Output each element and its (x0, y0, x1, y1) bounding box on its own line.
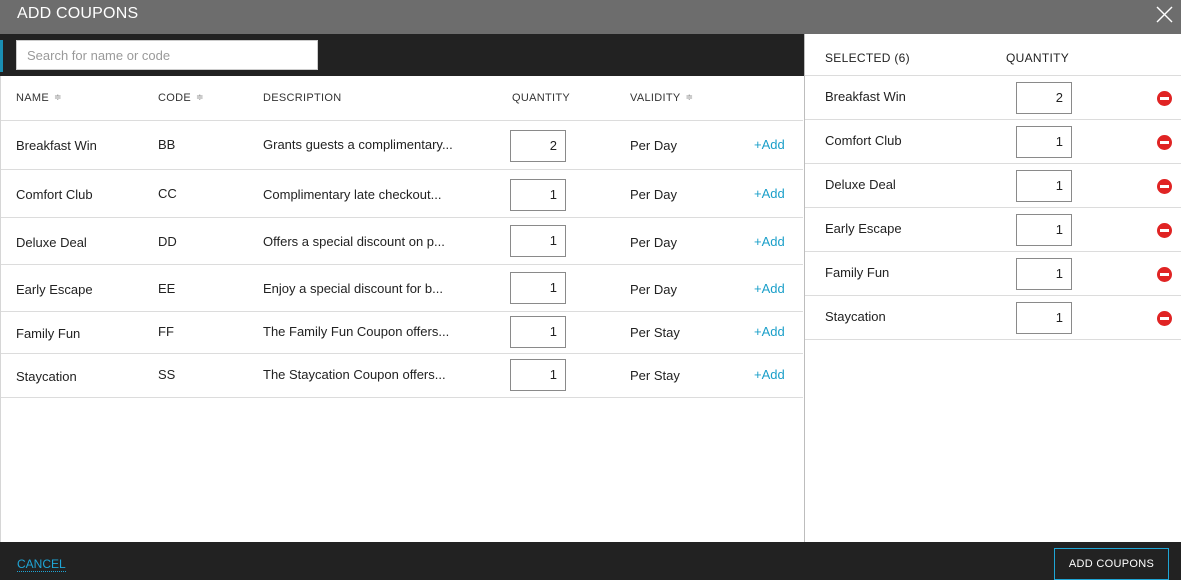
coupon-code: SS (158, 367, 176, 382)
selected-quantity-input[interactable]: 1 (1016, 214, 1072, 246)
add-coupon-link[interactable]: +Add (754, 367, 785, 382)
active-indicator (0, 40, 3, 72)
quantity-input[interactable]: 1 (510, 359, 566, 391)
column-header-code-label: CODE (158, 92, 191, 104)
coupon-code: DD (158, 234, 177, 249)
column-header-code[interactable]: CODE ≑ (158, 92, 204, 104)
close-icon[interactable] (1151, 2, 1177, 28)
selected-quantity-header: QUANTITY (1006, 51, 1070, 65)
coupon-description: The Staycation Coupon offers... (263, 367, 446, 382)
coupon-name: Early Escape (16, 282, 93, 297)
search-input[interactable] (16, 40, 318, 70)
selected-quantity-input[interactable]: 1 (1016, 170, 1072, 202)
selected-item-name: Breakfast Win (825, 89, 906, 104)
quantity-input[interactable]: 1 (510, 316, 566, 348)
add-coupon-link[interactable]: +Add (754, 324, 785, 339)
coupon-validity: Per Stay (630, 325, 680, 340)
selected-quantity-input[interactable]: 2 (1016, 82, 1072, 114)
selected-count: SELECTED (6) (825, 51, 910, 65)
coupon-code: FF (158, 324, 174, 339)
coupon-validity: Per Stay (630, 368, 680, 383)
selected-coupons-panel: SELECTED (6) QUANTITY Breakfast Win 2 Co… (804, 34, 1181, 542)
selected-quantity-input[interactable]: 1 (1016, 302, 1072, 334)
selected-item-name: Comfort Club (825, 133, 902, 148)
sort-arrows-icon[interactable]: ≑ (54, 92, 62, 103)
column-header-validity-label: VALIDITY (630, 92, 681, 104)
add-coupon-link[interactable]: +Add (754, 234, 785, 249)
dialog-titlebar: ADD COUPONS (0, 0, 1181, 34)
coupon-description: Complimentary late checkout... (263, 187, 442, 202)
table-row: Staycation SS The Staycation Coupon offe… (1, 354, 803, 398)
selected-item: Comfort Club 1 (805, 120, 1181, 164)
selected-quantity-input[interactable]: 1 (1016, 258, 1072, 290)
coupon-code: BB (158, 137, 176, 152)
add-coupons-button[interactable]: ADD COUPONS (1054, 548, 1169, 580)
selected-item-name: Staycation (825, 309, 886, 324)
quantity-input[interactable]: 2 (510, 130, 566, 162)
coupon-name: Deluxe Deal (16, 235, 87, 250)
selected-item: Staycation 1 (805, 296, 1181, 340)
coupon-table: NAME ≑ CODE ≑ DESCRIPTION QUANTITY VALIDIT… (0, 76, 804, 542)
selected-item: Breakfast Win 2 (805, 76, 1181, 120)
dialog-footer: CANCEL ADD COUPONS (0, 542, 1181, 580)
coupon-name: Comfort Club (16, 187, 93, 202)
coupon-validity: Per Day (630, 187, 677, 202)
table-row: Deluxe Deal DD Offers a special discount… (1, 218, 803, 265)
coupon-description: The Family Fun Coupon offers... (263, 324, 450, 339)
sort-arrows-icon[interactable]: ≑ (686, 92, 694, 103)
column-header-name-label: NAME (16, 92, 49, 104)
coupon-name: Staycation (16, 369, 77, 384)
selected-item: Early Escape 1 (805, 208, 1181, 252)
quantity-input[interactable]: 1 (510, 272, 566, 304)
coupon-validity: Per Day (630, 235, 677, 250)
dialog-title: ADD COUPONS (17, 5, 139, 22)
table-row: Breakfast Win BB Grants guests a complim… (1, 121, 803, 170)
selected-item-name: Early Escape (825, 221, 902, 236)
coupon-code: EE (158, 281, 176, 296)
selected-item: Deluxe Deal 1 (805, 164, 1181, 208)
search-bar (0, 34, 804, 76)
sort-arrows-icon[interactable]: ≑ (196, 92, 204, 103)
coupon-description: Enjoy a special discount for b... (263, 281, 443, 296)
coupon-description: Offers a special discount on p... (263, 234, 445, 249)
selected-item: Family Fun 1 (805, 252, 1181, 296)
add-coupon-link[interactable]: +Add (754, 281, 785, 296)
add-coupon-link[interactable]: +Add (754, 137, 785, 152)
remove-circle-icon[interactable] (1157, 179, 1172, 194)
remove-circle-icon[interactable] (1157, 91, 1172, 106)
table-row: Family Fun FF The Family Fun Coupon offe… (1, 312, 803, 354)
column-header-description: DESCRIPTION (263, 92, 342, 104)
selected-item-name: Deluxe Deal (825, 177, 896, 192)
coupon-validity: Per Day (630, 138, 677, 153)
coupon-code: CC (158, 186, 177, 201)
coupon-name: Family Fun (16, 326, 81, 341)
cancel-button[interactable]: CANCEL (17, 557, 66, 572)
remove-circle-icon[interactable] (1157, 267, 1172, 282)
remove-circle-icon[interactable] (1157, 223, 1172, 238)
quantity-input[interactable]: 1 (510, 225, 566, 257)
selected-quantity-input[interactable]: 1 (1016, 126, 1072, 158)
column-header-name[interactable]: NAME ≑ (16, 92, 62, 104)
add-coupon-link[interactable]: +Add (754, 186, 785, 201)
table-row: Comfort Club CC Complimentary late check… (1, 170, 803, 218)
quantity-input[interactable]: 1 (510, 179, 566, 211)
column-header-validity[interactable]: VALIDITY ≑ (630, 92, 693, 104)
column-header-quantity: QUANTITY (512, 92, 571, 104)
table-row: Early Escape EE Enjoy a special discount… (1, 265, 803, 312)
remove-circle-icon[interactable] (1157, 135, 1172, 150)
coupon-description: Grants guests a complimentary... (263, 137, 453, 152)
selected-header: SELECTED (6) QUANTITY (805, 34, 1181, 76)
table-header: NAME ≑ CODE ≑ DESCRIPTION QUANTITY VALIDIT… (1, 76, 803, 121)
coupon-validity: Per Day (630, 282, 677, 297)
selected-item-name: Family Fun (825, 265, 890, 280)
remove-circle-icon[interactable] (1157, 311, 1172, 326)
coupon-name: Breakfast Win (16, 138, 97, 153)
